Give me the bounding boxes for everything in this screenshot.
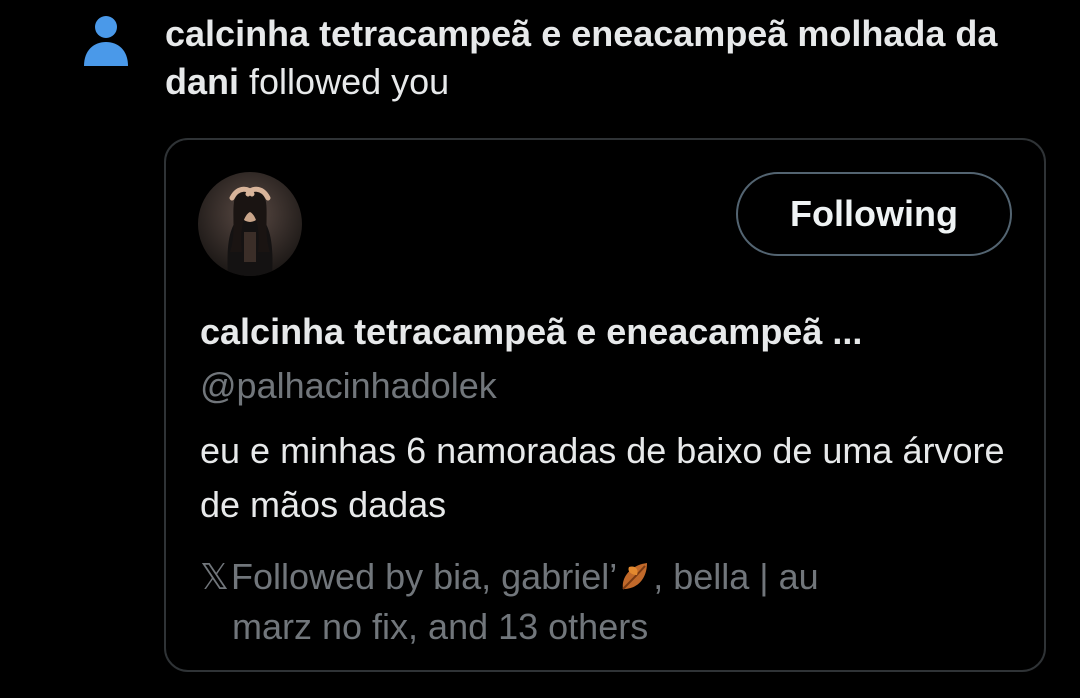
notification-headline: calcinha tetracampeã e eneacampeã molhad… [165,10,1045,106]
follow-notification[interactable]: calcinha tetracampeã e eneacampeã molhad… [0,0,1080,698]
user-bio: eu e minhas 6 namoradas de baixo de uma … [200,430,1005,525]
fallen-leaf-icon [622,563,648,590]
followed-by-line2: marz no fix, and 13 others [232,606,649,647]
avatar[interactable] [198,172,302,276]
display-name[interactable]: calcinha tetracampeã e eneacampeã ... [200,310,862,354]
followed-by-text: 𝕏Followed by bia, gabriel’ , bella | au … [200,552,1000,652]
person-icon [84,16,128,66]
following-button[interactable]: Following [736,172,1012,256]
followed-by-suffix: , bella | au [653,556,819,597]
x-logo-icon: 𝕏 [200,556,230,597]
user-card[interactable]: Following calcinha tetracampeã e eneacam… [164,138,1046,672]
user-handle[interactable]: @palhacinhadolek [200,364,497,408]
action-text: followed you [249,61,450,102]
followed-by-prefix: Followed by bia, gabriel’ [231,556,618,597]
